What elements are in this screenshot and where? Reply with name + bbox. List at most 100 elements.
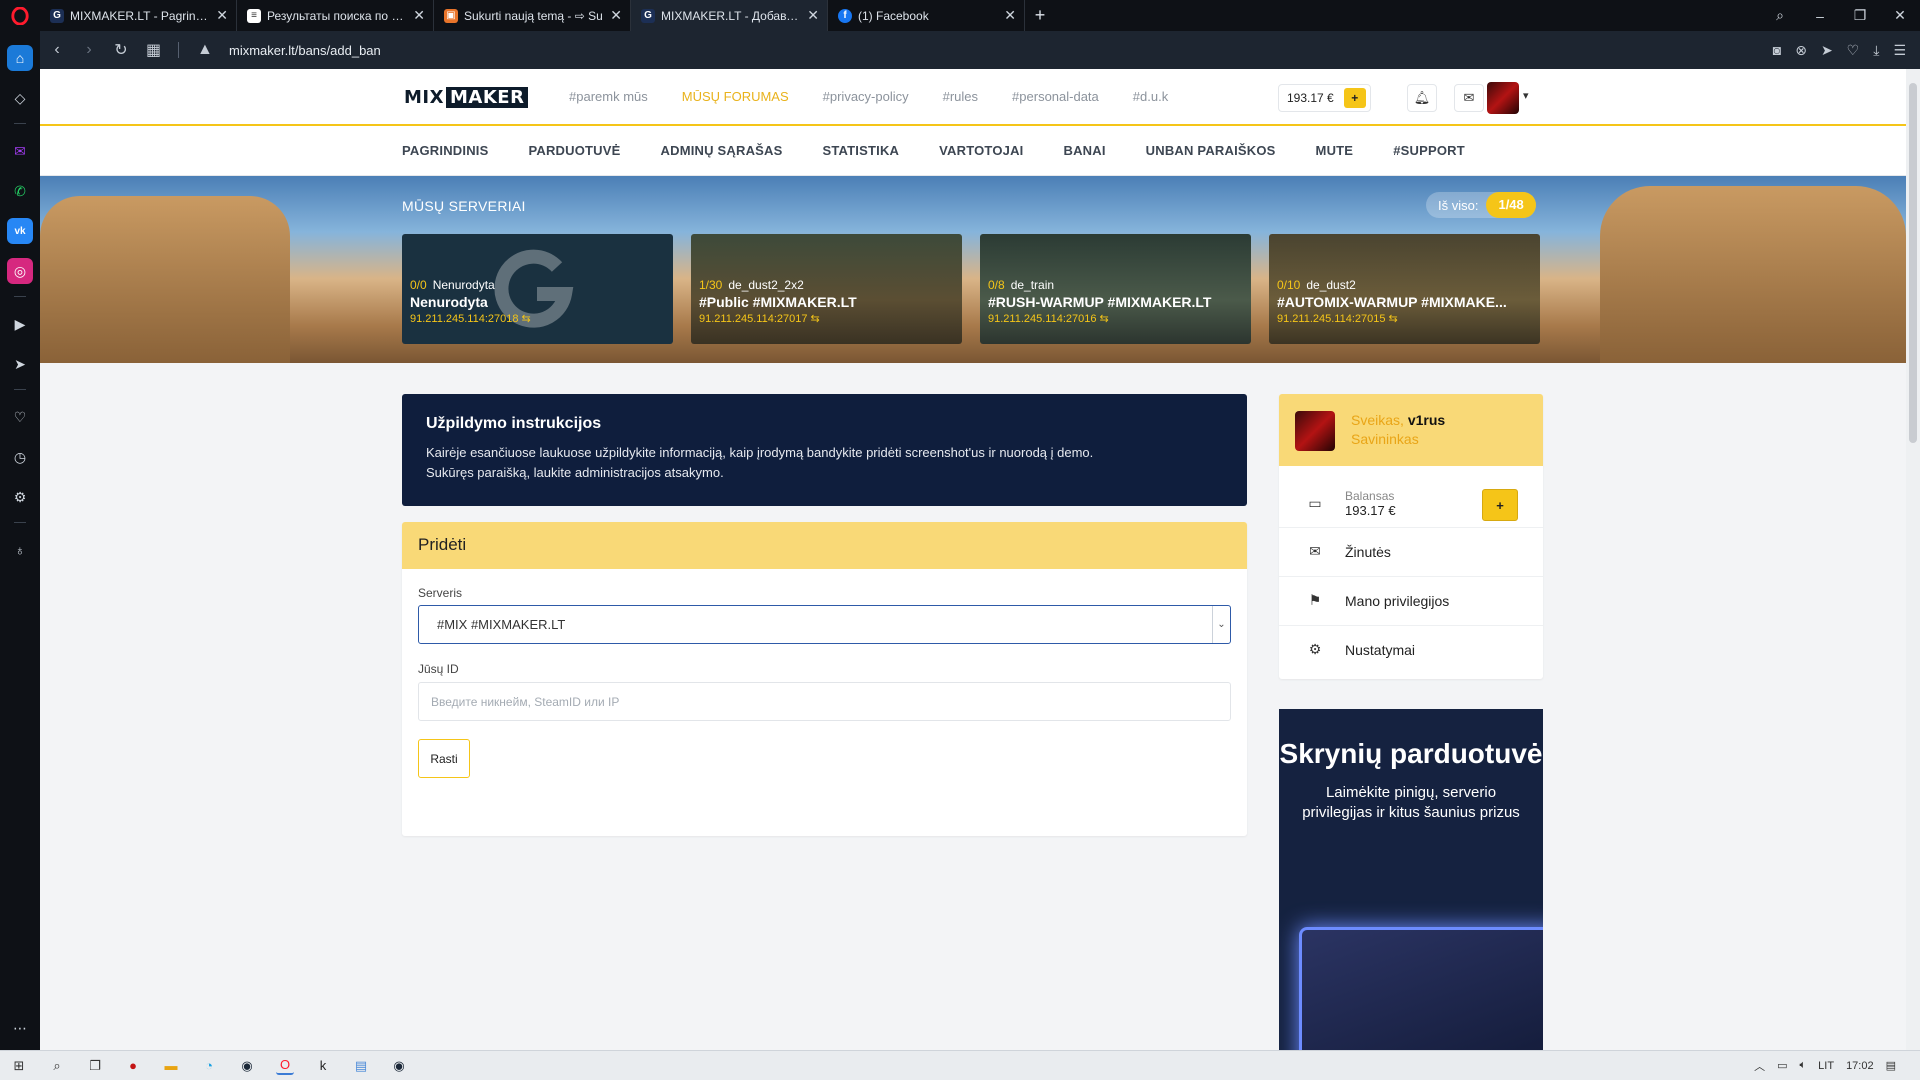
volume-icon[interactable]: 🔈︎ (1800, 1059, 1807, 1072)
send-icon[interactable]: ➤ (1821, 42, 1833, 59)
menu-item-messages[interactable]: ✉ Žinutės (1279, 527, 1543, 575)
action-center-icon[interactable]: ▤ (1886, 1059, 1896, 1072)
server-card[interactable]: 1/30 de_dust2_2x2 #Public #MIXMAKER.LT 91… (691, 234, 962, 344)
adblock-icon[interactable]: ⊗ (1795, 42, 1807, 59)
top-link[interactable]: #rules (943, 89, 978, 104)
top-link[interactable]: #personal-data (1012, 89, 1099, 104)
top-link-forum[interactable]: MŪSŲ FORUMAS (682, 89, 789, 104)
messenger-icon[interactable]: ✉ (7, 138, 33, 164)
home-icon[interactable]: ⌂ (7, 45, 33, 71)
nav-item[interactable]: STATISTIKA (823, 143, 900, 158)
tab-title: MIXMAKER.LT - Pagrindinis (70, 8, 211, 23)
top-link[interactable]: #paremk mūs (569, 89, 648, 104)
player-id-input[interactable] (418, 682, 1231, 721)
file-explorer-icon[interactable]: ▬ (162, 1057, 180, 1075)
avatar[interactable] (1295, 411, 1335, 451)
windows-start-icon[interactable]: ⊞ (10, 1057, 28, 1075)
nav-item[interactable]: UNBAN PARAIŠKOS (1146, 143, 1276, 158)
server-card[interactable]: 0/10 de_dust2 #AUTOMIX-WARMUP #MIXMAKE...… (1269, 234, 1540, 344)
notepad-icon[interactable]: ▤ (352, 1057, 370, 1075)
server-ip[interactable]: 91.211.245.114:27015 ⇆ (1277, 312, 1507, 325)
chevron-down-icon[interactable]: ▾ (1523, 89, 1529, 102)
search-icon[interactable]: ⌕ (48, 1057, 66, 1075)
whatsapp-icon[interactable]: ✆ (7, 178, 33, 204)
server-ip[interactable]: 91.211.245.114:27016 ⇆ (988, 312, 1212, 325)
nav-item[interactable]: #SUPPORT (1393, 143, 1465, 158)
instagram-icon[interactable]: ◎ (7, 258, 33, 284)
clock[interactable]: 17:02 (1846, 1060, 1874, 1072)
notifications-bell-icon[interactable]: 🔔︎ (1407, 84, 1437, 112)
task-view-icon[interactable]: ❐ (86, 1057, 104, 1075)
send-icon[interactable]: ➤ (7, 351, 33, 377)
not-secure-warning-icon[interactable]: ▲ (197, 41, 213, 59)
server-select[interactable]: #MIX #MIXMAKER.LT ⌄ (418, 605, 1231, 644)
close-window-button[interactable]: ✕ (1880, 0, 1920, 31)
tab-close-icon[interactable]: ✕ (216, 7, 228, 24)
steam-icon[interactable]: ◉ (238, 1057, 256, 1075)
menu-item-privileges[interactable]: ⚑ Mano privilegijos (1279, 576, 1543, 624)
downloads-icon[interactable]: ⤓ (1873, 42, 1879, 59)
vk-icon[interactable]: vk (7, 218, 33, 244)
nav-item[interactable]: ADMINŲ SĄRAŠAS (661, 143, 783, 158)
site-logo[interactable]: MIX MAKER (402, 87, 529, 108)
opera-menu-button[interactable] (0, 0, 40, 31)
add-funds-button[interactable]: + (1482, 489, 1518, 521)
page-scrollbar[interactable] (1906, 69, 1920, 1050)
server-card[interactable]: 0/8 de_train #RUSH-WARMUP #MIXMAKER.LT 91… (980, 234, 1251, 344)
server-ip[interactable]: 91.211.245.114:27017 ⇆ (699, 312, 857, 325)
speed-dial-grid-icon[interactable]: ▦ (146, 40, 161, 60)
tab-search-icon[interactable]: ⌕ (1760, 0, 1800, 31)
new-tab-button[interactable]: + (1025, 0, 1055, 31)
easy-setup-icon[interactable]: ☰ (1893, 42, 1906, 59)
back-button[interactable]: ‹ (50, 41, 64, 59)
network-icon[interactable]: ▭ (1777, 1059, 1787, 1072)
browser-tab[interactable]: ▣ Sukurti naują temą - ⇨ Su ✕ (434, 0, 631, 31)
nav-item[interactable]: PARDUOTUVĖ (528, 143, 620, 158)
restore-button[interactable]: ❐ (1840, 0, 1880, 31)
forward-button[interactable]: › (82, 41, 96, 59)
history-clock-icon[interactable]: ◷ (7, 444, 33, 470)
nav-item[interactable]: BANAI (1063, 143, 1105, 158)
browser-tab[interactable]: f (1) Facebook ✕ (828, 0, 1025, 31)
minimize-button[interactable]: – (1800, 0, 1840, 31)
steam-icon[interactable]: ◉ (390, 1057, 408, 1075)
player-icon[interactable]: ▶ (7, 311, 33, 337)
chest-shop-promo[interactable]: Skrynių parduotuvė Laimėkite pinigų, ser… (1279, 709, 1543, 1050)
avatar[interactable] (1487, 82, 1519, 114)
browser-tab-active[interactable]: G MIXMAKER.LT - Добавлени ✕ (631, 0, 828, 31)
menu-item-settings[interactable]: ⚙ Nustatymai (1279, 625, 1543, 673)
find-button[interactable]: Rasti (418, 739, 470, 778)
scrollbar-thumb[interactable] (1909, 83, 1917, 443)
username[interactable]: v1rus (1408, 412, 1445, 428)
tab-close-icon[interactable]: ✕ (1004, 7, 1016, 24)
more-options-icon[interactable]: ⋯ (7, 1015, 33, 1041)
nav-item[interactable]: VARTOTOJAI (939, 143, 1023, 158)
messages-envelope-icon[interactable]: ✉ (1454, 84, 1484, 112)
tab-close-icon[interactable]: ✕ (610, 7, 622, 24)
tips-bulb-icon[interactable]: ♁ (7, 537, 33, 563)
bookmark-heart-icon[interactable]: ♡ (1847, 42, 1860, 59)
browser-tab[interactable]: ≡ Результаты поиска по зап ✕ (237, 0, 434, 31)
tab-close-icon[interactable]: ✕ (413, 7, 425, 24)
browser-tab[interactable]: G MIXMAKER.LT - Pagrindinis ✕ (40, 0, 237, 31)
reload-button[interactable]: ↻ (114, 40, 128, 60)
bookmarks-heart-icon[interactable]: ♡ (7, 404, 33, 430)
nav-item[interactable]: PAGRINDINIS (402, 143, 488, 158)
language-indicator[interactable]: LIT (1818, 1060, 1834, 1072)
top-up-button[interactable]: + (1343, 88, 1366, 108)
workspace-icon[interactable]: ◇ (7, 85, 33, 111)
server-ip[interactable]: 91.211.245.114:27018 ⇆ (410, 312, 531, 325)
show-hidden-icons-icon[interactable]: ︿ (1754, 1058, 1765, 1074)
top-link[interactable]: #d.u.k (1133, 89, 1168, 104)
snapshot-icon[interactable]: ◙ (1773, 42, 1781, 59)
app-icon[interactable]: ● (124, 1057, 142, 1075)
settings-gear-icon[interactable]: ⚙ (7, 484, 33, 510)
edge-icon[interactable]: ◔ (200, 1057, 218, 1075)
tab-close-icon[interactable]: ✕ (807, 7, 819, 24)
opera-icon[interactable]: O (276, 1057, 294, 1075)
top-link[interactable]: #privacy-policy (823, 89, 909, 104)
url-field[interactable]: mixmaker.lt/bans/add_ban (229, 43, 381, 58)
server-card[interactable]: 0/0 Nenurodyta Nenurodyta 91.211.245.114:… (402, 234, 673, 344)
nav-item[interactable]: MUTE (1316, 143, 1354, 158)
app-icon[interactable]: k (314, 1057, 332, 1075)
